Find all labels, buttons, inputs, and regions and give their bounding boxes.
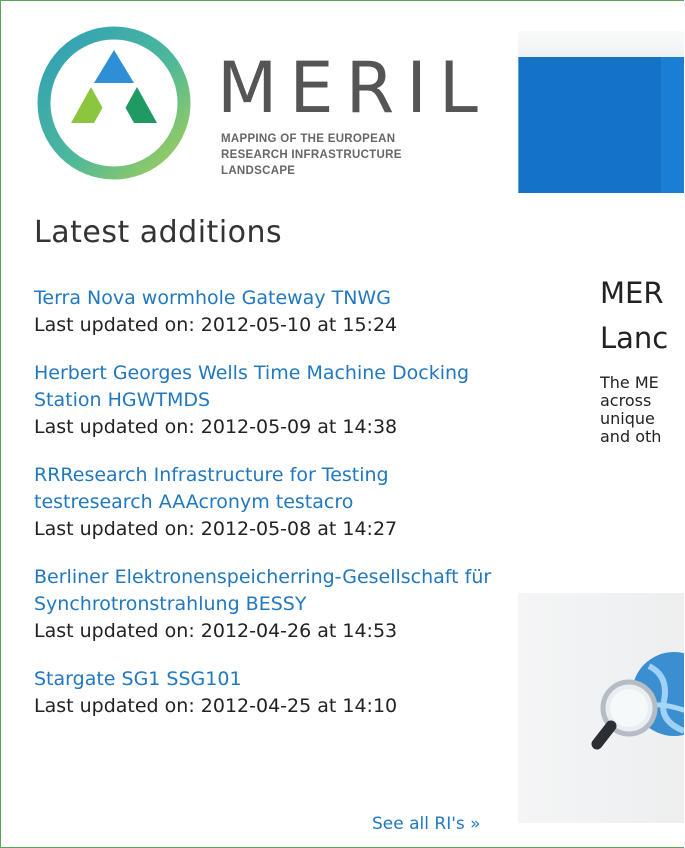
last-updated-text: Last updated on: 2012-04-25 at 14:10 — [34, 695, 398, 717]
see-all-link[interactable]: See all RI's » — [372, 814, 481, 834]
list-item: Stargate SG1 SSG101 Last updated on: 201… — [34, 666, 514, 719]
list-item: Terra Nova wormhole Gateway TNWG Last up… — [34, 285, 514, 338]
banner-top-strip — [518, 31, 684, 57]
logo-subtitle: MAPPING OF THE EUROPEAN RESEARCH INFRAST… — [221, 133, 402, 177]
latest-additions-heading: Latest additions — [34, 215, 283, 250]
intro-text: The ME across unique and oth — [600, 373, 662, 446]
ri-link[interactable]: Herbert Georges Wells Time Machine Docki… — [34, 360, 504, 414]
last-updated-text: Last updated on: 2012-05-10 at 15:24 — [34, 314, 398, 336]
logo-wordmark: MERIL — [217, 47, 490, 129]
header-banner — [518, 57, 684, 193]
last-updated-text: Last updated on: 2012-04-26 at 14:53 — [34, 620, 398, 642]
meril-logo[interactable]: MERIL MAPPING OF THE EUROPEAN RESEARCH I… — [34, 23, 484, 183]
latest-additions-list: Terra Nova wormhole Gateway TNWG Last up… — [34, 285, 514, 741]
last-updated-text: Last updated on: 2012-05-09 at 14:38 — [34, 416, 398, 438]
ri-link[interactable]: Terra Nova wormhole Gateway TNWG — [34, 285, 514, 312]
page-frame: MERIL MAPPING OF THE EUROPEAN RESEARCH I… — [0, 0, 684, 848]
list-item: Herbert Georges Wells Time Machine Docki… — [34, 360, 514, 440]
ri-link[interactable]: RRResearch Infrastructure for Testing te… — [34, 462, 504, 516]
ri-link[interactable]: Stargate SG1 SSG101 — [34, 666, 514, 693]
meril-logo-icon — [37, 26, 191, 180]
ri-link[interactable]: Berliner Elektronenspeicherring-Gesellsc… — [34, 564, 504, 618]
list-item: RRResearch Infrastructure for Testing te… — [34, 462, 514, 542]
last-updated-text: Last updated on: 2012-05-08 at 14:27 — [34, 518, 398, 540]
magnifier-globe-icon — [591, 652, 684, 750]
intro-heading: MER Lanc — [600, 276, 669, 355]
list-item: Berliner Elektronenspeicherring-Gesellsc… — [34, 564, 514, 644]
